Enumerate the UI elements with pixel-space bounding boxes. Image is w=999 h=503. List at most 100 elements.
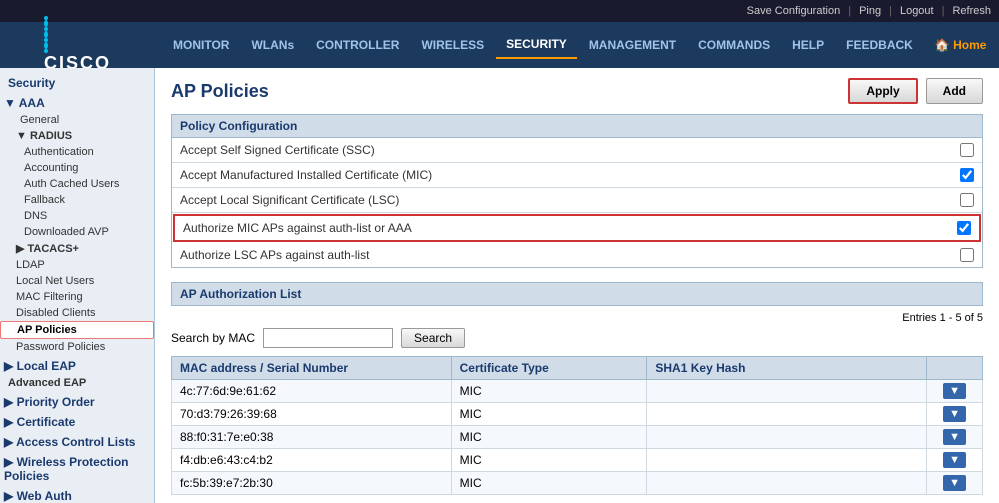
- cell-cert: MIC: [451, 472, 647, 495]
- row-action-button[interactable]: ▼: [943, 452, 966, 468]
- refresh-link[interactable]: Refresh: [952, 5, 991, 17]
- ap-auth-table: MAC address / Serial Number Certificate …: [171, 356, 983, 495]
- sidebar-item-dns[interactable]: DNS: [0, 208, 154, 224]
- policy-checkbox-mic[interactable]: [960, 168, 974, 182]
- policy-label-authorize-lsc: Authorize LSC APs against auth-list: [180, 248, 952, 262]
- sidebar-item-mac-filter[interactable]: MAC Filtering: [0, 289, 154, 305]
- search-row: Search by MAC Search: [171, 328, 983, 348]
- nav-home[interactable]: 🏠 Home: [925, 32, 997, 58]
- cell-sha: [647, 426, 927, 449]
- sidebar-item-disabled-clients[interactable]: Disabled Clients: [0, 305, 154, 321]
- save-config-link[interactable]: Save Configuration: [747, 5, 841, 17]
- search-input[interactable]: [263, 328, 393, 348]
- cell-cert: MIC: [451, 403, 647, 426]
- auth-list-header: AP Authorization List: [171, 282, 983, 306]
- policy-row-authorize-lsc: Authorize LSC APs against auth-list: [172, 243, 982, 267]
- cell-mac: fc:5b:39:e7:2b:30: [172, 472, 452, 495]
- logout-link[interactable]: Logout: [900, 5, 934, 17]
- main-content: AP Policies Apply Add Policy Configurati…: [155, 68, 999, 503]
- policy-label-ssc: Accept Self Signed Certificate (SSC): [180, 143, 952, 157]
- row-action-button[interactable]: ▼: [943, 475, 966, 491]
- sidebar-acl[interactable]: ▶ Access Control Lists: [0, 431, 154, 451]
- row-action-button[interactable]: ▼: [943, 406, 966, 422]
- sidebar-item-password-policies[interactable]: Password Policies: [0, 339, 154, 355]
- nav-wlans[interactable]: WLANs: [241, 32, 304, 58]
- entries-text: Entries 1 - 5 of 5: [902, 312, 983, 324]
- cell-mac: 70:d3:79:26:39:68: [172, 403, 452, 426]
- sidebar: Security ▼ AAA General ▼ RADIUS Authenti…: [0, 68, 155, 503]
- sidebar-item-tacacs[interactable]: ▶ TACACS+: [0, 240, 154, 257]
- cell-mac: f4:db:e6:43:c4:b2: [172, 449, 452, 472]
- sidebar-item-accounting[interactable]: Accounting: [0, 160, 154, 176]
- policy-row-mic: Accept Manufactured Installed Certificat…: [172, 163, 982, 188]
- col-header-cert: Certificate Type: [451, 357, 647, 380]
- top-bar: Save Configuration | Ping | Logout | Ref…: [0, 0, 999, 22]
- policy-label-mic: Accept Manufactured Installed Certificat…: [180, 168, 952, 182]
- page-title: AP Policies: [171, 81, 269, 102]
- add-button[interactable]: Add: [926, 78, 983, 104]
- page-title-row: AP Policies Apply Add: [171, 78, 983, 104]
- cell-sha: [647, 403, 927, 426]
- cell-mac: 88:f0:31:7e:e0:38: [172, 426, 452, 449]
- policy-config-header: Policy Configuration: [171, 114, 983, 138]
- cell-action: ▼: [927, 380, 983, 403]
- sidebar-web-auth[interactable]: ▶ Web Auth: [0, 485, 154, 503]
- policy-checkbox-authorize-lsc[interactable]: [960, 248, 974, 262]
- policy-checkbox-authorize-mic[interactable]: [957, 221, 971, 235]
- nav-monitor[interactable]: MONITOR: [163, 32, 239, 58]
- table-row: 4c:77:6d:9e:61:62 MIC ▼: [172, 380, 983, 403]
- cell-sha: [647, 380, 927, 403]
- col-header-action: [927, 357, 983, 380]
- nav-controller[interactable]: CONTROLLER: [306, 32, 409, 58]
- sidebar-item-general[interactable]: General: [0, 112, 154, 128]
- nav-commands[interactable]: COMMANDS: [688, 32, 780, 58]
- policy-row-lsc: Accept Local Significant Certificate (LS…: [172, 188, 982, 213]
- logo-area: CISCO: [0, 22, 155, 68]
- policy-row-authorize-mic: Authorize MIC APs against auth-list or A…: [173, 214, 981, 242]
- sidebar-item-auth-cached[interactable]: Auth Cached Users: [0, 176, 154, 192]
- cell-action: ▼: [927, 449, 983, 472]
- search-button[interactable]: Search: [401, 328, 465, 348]
- row-action-button[interactable]: ▼: [943, 429, 966, 445]
- policy-checkbox-ssc[interactable]: [960, 143, 974, 157]
- nav-security[interactable]: SECURITY: [496, 31, 577, 59]
- cell-action: ▼: [927, 472, 983, 495]
- sidebar-item-local-net[interactable]: Local Net Users: [0, 273, 154, 289]
- nav-help[interactable]: HELP: [782, 32, 834, 58]
- sidebar-item-authentication[interactable]: Authentication: [0, 144, 154, 160]
- auth-list-title: AP Authorization List: [171, 282, 983, 306]
- sidebar-item-fallback[interactable]: Fallback: [0, 192, 154, 208]
- ping-link[interactable]: Ping: [859, 5, 881, 17]
- nav-management[interactable]: MANAGEMENT: [579, 32, 686, 58]
- nav-wireless[interactable]: WIRELESS: [411, 32, 494, 58]
- sidebar-section-title: Security: [0, 72, 154, 92]
- sidebar-item-advanced-eap[interactable]: Advanced EAP: [0, 375, 154, 391]
- sidebar-item-ap-policies[interactable]: AP Policies: [0, 321, 154, 339]
- table-row: 70:d3:79:26:39:68 MIC ▼: [172, 403, 983, 426]
- sidebar-local-eap[interactable]: ▶ Local EAP: [0, 355, 154, 375]
- nav-feedback[interactable]: FEEDBACK: [836, 32, 923, 58]
- policy-label-authorize-mic: Authorize MIC APs against auth-list or A…: [183, 221, 949, 235]
- cell-cert: MIC: [451, 426, 647, 449]
- sidebar-aaa[interactable]: ▼ AAA: [0, 92, 154, 112]
- col-header-mac: MAC address / Serial Number: [172, 357, 452, 380]
- cell-action: ▼: [927, 426, 983, 449]
- sidebar-wireless-protection[interactable]: ▶ Wireless Protection Policies: [0, 451, 154, 485]
- sidebar-priority-order[interactable]: ▶ Priority Order: [0, 391, 154, 411]
- sidebar-item-downloaded-avp[interactable]: Downloaded AVP: [0, 224, 154, 240]
- header: CISCO MONITOR WLANs CONTROLLER WIRELESS …: [0, 22, 999, 68]
- table-row: fc:5b:39:e7:2b:30 MIC ▼: [172, 472, 983, 495]
- apply-button[interactable]: Apply: [848, 78, 917, 104]
- row-action-button[interactable]: ▼: [943, 383, 966, 399]
- col-header-sha: SHA1 Key Hash: [647, 357, 927, 380]
- sidebar-item-radius[interactable]: ▼ RADIUS: [0, 128, 154, 144]
- top-bar-links: Save Configuration | Ping | Logout | Ref…: [747, 5, 991, 17]
- cell-cert: MIC: [451, 449, 647, 472]
- sidebar-item-ldap[interactable]: LDAP: [0, 257, 154, 273]
- table-row: f4:db:e6:43:c4:b2 MIC ▼: [172, 449, 983, 472]
- policy-checkbox-lsc[interactable]: [960, 193, 974, 207]
- search-by-mac-label: Search by MAC: [171, 331, 255, 345]
- cell-mac: 4c:77:6d:9e:61:62: [172, 380, 452, 403]
- layout: Security ▼ AAA General ▼ RADIUS Authenti…: [0, 68, 999, 503]
- sidebar-certificate[interactable]: ▶ Certificate: [0, 411, 154, 431]
